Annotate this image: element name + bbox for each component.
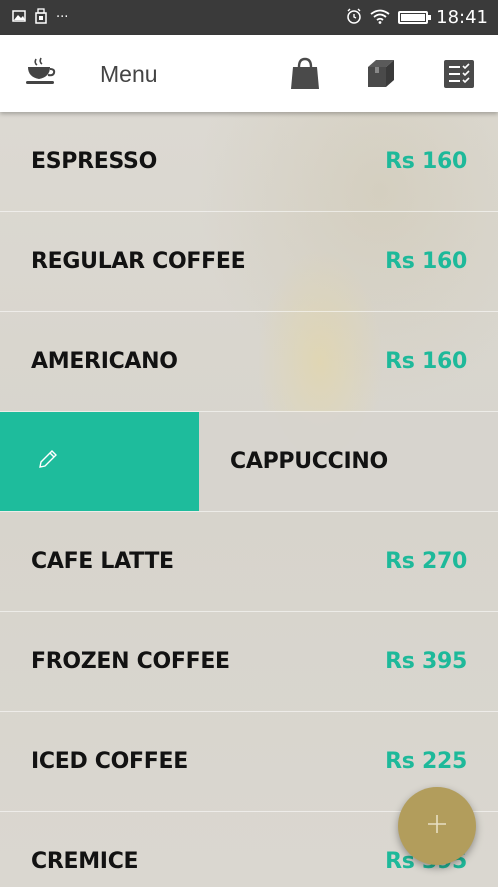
- item-name: REGULAR COFFEE: [31, 249, 246, 274]
- item-name: ESPRESSO: [31, 149, 157, 174]
- item-price: Rs 160: [385, 249, 467, 274]
- item-price: Rs 225: [385, 749, 467, 774]
- image-icon: [12, 10, 26, 25]
- menu-item-cafe-latte[interactable]: CAFE LATTE Rs 270: [0, 512, 498, 612]
- item-price: Rs 395: [385, 649, 467, 674]
- pencil-edit-icon: [36, 447, 60, 476]
- shopping-bag-icon[interactable]: [288, 57, 322, 91]
- clock-time: 18:41: [436, 6, 488, 28]
- alarm-icon: [346, 8, 362, 27]
- item-name: FROZEN COFFEE: [31, 649, 230, 674]
- menu-item-regular-coffee[interactable]: REGULAR COFFEE Rs 160: [0, 212, 498, 312]
- plus-icon: [426, 813, 448, 840]
- item-name: ICED COFFEE: [31, 749, 188, 774]
- menu-item-cappuccino[interactable]: CAPPUCCINO: [0, 412, 498, 512]
- edit-button[interactable]: [0, 412, 199, 511]
- item-price: Rs 270: [385, 549, 467, 574]
- swiped-item-content[interactable]: CAPPUCCINO: [199, 412, 498, 511]
- menu-item-espresso[interactable]: ESPRESSO Rs 160: [0, 112, 498, 212]
- more-dots-icon: ···: [56, 10, 69, 25]
- item-price: Rs 160: [385, 349, 467, 374]
- battery-icon: [398, 11, 432, 24]
- item-name: CAFE LATTE: [31, 549, 174, 574]
- menu-item-americano[interactable]: AMERICANO Rs 160: [0, 312, 498, 412]
- item-name: CREMICE: [31, 849, 139, 874]
- wifi-icon: [370, 9, 390, 27]
- app-bar: Menu: [0, 35, 498, 112]
- usb-icon: [34, 8, 48, 27]
- menu-list: ESPRESSO Rs 160 REGULAR COFFEE Rs 160 AM…: [0, 112, 498, 887]
- item-name: CAPPUCCINO: [230, 449, 388, 474]
- checklist-icon[interactable]: [442, 57, 476, 91]
- package-box-icon[interactable]: [364, 57, 398, 91]
- status-bar: ··· 18:41: [0, 0, 498, 35]
- item-price: Rs 160: [385, 149, 467, 174]
- coffee-cup-icon[interactable]: [22, 55, 58, 91]
- item-name: AMERICANO: [31, 349, 178, 374]
- page-title: Menu: [100, 61, 158, 87]
- menu-item-frozen-coffee[interactable]: FROZEN COFFEE Rs 395: [0, 612, 498, 712]
- add-item-button[interactable]: [398, 787, 476, 865]
